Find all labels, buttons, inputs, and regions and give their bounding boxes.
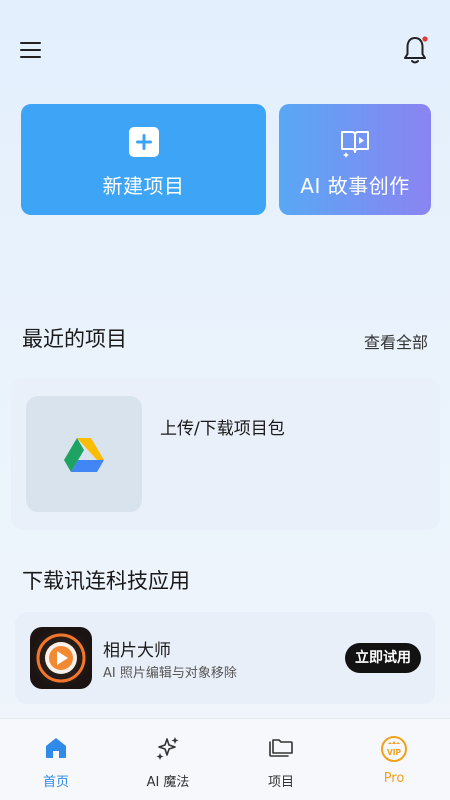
app-name: 相片大师	[103, 641, 171, 661]
app-description: AI 照片编辑与对象移除	[103, 666, 237, 681]
sparkle-icon	[156, 737, 179, 760]
home-icon	[46, 738, 66, 758]
svg-text:VIP: VIP	[387, 748, 402, 757]
tab-ai-magic[interactable]: AI 魔法	[112, 719, 224, 800]
plus-square-icon	[128, 126, 160, 158]
photodirector-app-icon	[30, 627, 92, 689]
bell-icon[interactable]	[400, 34, 430, 66]
google-drive-icon	[64, 438, 104, 472]
project-item-label: 上传/下载项目包	[160, 419, 285, 439]
top-bar	[0, 0, 450, 100]
download-apps-title: 下载讯连科技应用	[22, 569, 190, 593]
tab-label: 项目	[267, 775, 294, 790]
app-promo-card[interactable]: 相片大师 AI 照片编辑与对象移除 立即试用	[15, 612, 435, 704]
tab-label: 首页	[42, 775, 69, 790]
tab-label: AI 魔法	[146, 775, 190, 790]
recent-projects-title: 最近的项目	[22, 327, 127, 351]
bottom-tab-bar: 首页 AI 魔法 项目 VIP Pro	[0, 718, 450, 800]
book-play-icon	[339, 126, 371, 158]
see-all-link[interactable]: 查看全部	[364, 329, 428, 353]
project-thumbnail	[26, 396, 142, 512]
notification-dot	[422, 36, 428, 42]
ai-story-button[interactable]: AI 故事创作	[279, 104, 431, 215]
folder-icon	[269, 739, 293, 757]
new-project-label: 新建项目	[102, 174, 185, 198]
tab-label: Pro	[383, 771, 405, 786]
hamburger-menu-icon[interactable]	[16, 36, 46, 64]
ai-story-label: AI 故事创作	[300, 174, 410, 198]
tab-projects[interactable]: 项目	[225, 719, 337, 800]
tab-pro[interactable]: VIP Pro	[338, 719, 450, 800]
vip-crown-icon: VIP	[381, 736, 407, 762]
project-item-upload-download[interactable]: 上传/下载项目包	[11, 378, 440, 530]
try-now-button[interactable]: 立即试用	[345, 643, 421, 673]
tab-home[interactable]: 首页	[0, 719, 112, 800]
new-project-button[interactable]: 新建项目	[21, 104, 266, 215]
